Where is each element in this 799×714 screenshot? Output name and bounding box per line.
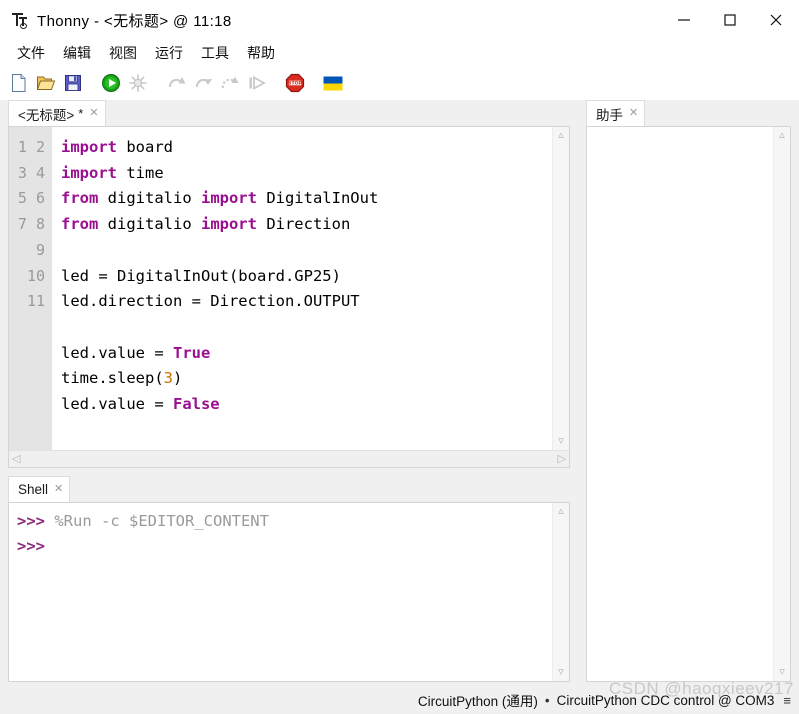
shell-tab-close-icon[interactable]: ✕ [54,484,63,495]
menu-run[interactable]: 运行 [146,41,192,65]
assistant-vertical-scrollbar[interactable]: ▵ ▿ [773,127,790,681]
editor-tab-modified-marker: * [78,106,84,121]
window-controls [661,0,799,40]
assistant-body: ▵ ▿ [587,127,790,681]
toolbar-save-file[interactable] [62,71,84,95]
hamburger-icon[interactable]: ≡ [783,694,791,707]
status-device[interactable]: CircuitPython CDC control @ COM3 [557,693,775,708]
assistant-tab-label: 助手 [596,107,623,123]
shell-pane: >>> %Run -c $EDITOR_CONTENT >>> ▵ ▿ [8,502,570,682]
maximize-icon [724,14,736,26]
editor-tab-label: <无标题> [18,107,75,123]
assistant-content[interactable] [587,127,773,681]
assistant-tabstrip: 助手 ✕ [578,100,799,126]
editor-body: 1 2 3 4 5 6 7 8 9 10 11 import board imp… [9,127,569,450]
new-file-icon [12,74,26,92]
scroll-up-icon[interactable]: ▵ [558,130,564,141]
toolbar-resume[interactable] [246,71,268,95]
toolbar-run[interactable] [100,71,122,95]
toolbar-new-file[interactable] [8,71,30,95]
menu-help[interactable]: 帮助 [238,41,284,65]
maximize-button[interactable] [707,0,753,40]
save-icon [65,75,81,91]
scroll-left-icon[interactable]: ◁ [12,453,20,465]
assistant-tab[interactable]: 助手 ✕ [586,100,646,126]
title-bar-left: Thonny - <无标题> @ 11:18 [0,10,232,31]
assistant-pane: ▵ ▿ [586,126,791,682]
minimize-button[interactable] [661,0,707,40]
step-into-icon [196,78,212,88]
scroll-up-icon[interactable]: ▵ [779,130,785,141]
stop-icon: STOP [285,73,305,93]
editor-line-numbers: 1 2 3 4 5 6 7 8 9 10 11 [9,127,52,450]
toolbar-step-out[interactable] [219,71,241,95]
thonny-logo-icon [11,11,29,29]
debug-icon [129,74,147,92]
editor-tabstrip: <无标题> * ✕ [0,100,578,126]
toolbar-open-file[interactable] [35,71,57,95]
window-title: Thonny - <无标题> @ 11:18 [37,12,232,30]
scroll-down-icon[interactable]: ▿ [558,667,564,678]
close-button[interactable] [753,0,799,40]
scroll-down-icon[interactable]: ▿ [558,436,564,447]
status-bar: CSDN @haoqxieev217 CircuitPython (通用) • … [0,679,799,714]
toolbar-debug[interactable] [127,71,149,95]
svg-text:STOP: STOP [288,81,302,87]
resume-icon [249,75,266,91]
menu-file[interactable]: 文件 [8,41,54,65]
shell-content: >>> %Run -c $EDITOR_CONTENT >>> [17,512,269,555]
menu-edit[interactable]: 编辑 [54,41,100,65]
status-separator: • [544,692,550,708]
toolbar-stop[interactable]: STOP [284,71,306,95]
toolbar: STOP [0,66,799,100]
scroll-down-icon[interactable]: ▿ [779,667,785,678]
scroll-up-icon[interactable]: ▵ [558,506,564,517]
close-icon [770,14,782,26]
right-column: 助手 ✕ ▵ ▿ [578,100,799,686]
shell-vertical-scrollbar[interactable]: ▵ ▿ [552,503,569,681]
menu-bar: 文件 编辑 视图 运行 工具 帮助 [0,40,799,66]
menu-tools[interactable]: 工具 [192,41,238,65]
run-icon [102,74,120,92]
shell-output[interactable]: >>> %Run -c $EDITOR_CONTENT >>> [9,503,552,681]
editor-horizontal-scrollbar[interactable]: ◁ ▷ [9,450,569,467]
left-column: <无标题> * ✕ 1 2 3 4 5 6 7 8 9 10 11 import… [0,100,578,686]
toolbar-ukraine-flag[interactable] [322,71,344,95]
open-folder-icon [36,76,56,90]
editor-code-content: import board import time from digitalio … [61,138,379,414]
editor-pane: 1 2 3 4 5 6 7 8 9 10 11 import board imp… [8,126,570,468]
editor-vertical-scrollbar[interactable]: ▵ ▿ [552,127,569,450]
line-number-list: 1 2 3 4 5 6 7 8 9 10 11 [17,138,45,311]
work-area: <无标题> * ✕ 1 2 3 4 5 6 7 8 9 10 11 import… [0,100,799,686]
editor-tab[interactable]: <无标题> * ✕ [8,100,106,126]
shell-tabstrip: Shell ✕ [0,476,578,502]
menu-view[interactable]: 视图 [100,41,146,65]
shell-body: >>> %Run -c $EDITOR_CONTENT >>> ▵ ▿ [9,503,569,681]
toolbar-step-over[interactable] [165,71,187,95]
assistant-tab-close-icon[interactable]: ✕ [629,108,638,119]
minimize-icon [678,19,690,21]
step-over-icon [169,77,186,88]
title-bar: Thonny - <无标题> @ 11:18 [0,0,799,40]
editor-code-area[interactable]: import board import time from digitalio … [52,127,552,450]
shell-tab-label: Shell [18,482,49,497]
ukraine-flag-icon [323,76,343,90]
scroll-right-icon[interactable]: ▷ [558,453,566,465]
step-out-icon [221,76,239,89]
thonny-window: Thonny - <无标题> @ 11:18 文件 编辑 视图 运行 工具 帮助… [0,0,799,714]
shell-tab[interactable]: Shell ✕ [8,476,71,502]
toolbar-step-into[interactable] [192,71,214,95]
status-interpreter[interactable]: CircuitPython (通用) [418,690,538,710]
editor-tab-close-icon[interactable]: ✕ [89,108,98,119]
